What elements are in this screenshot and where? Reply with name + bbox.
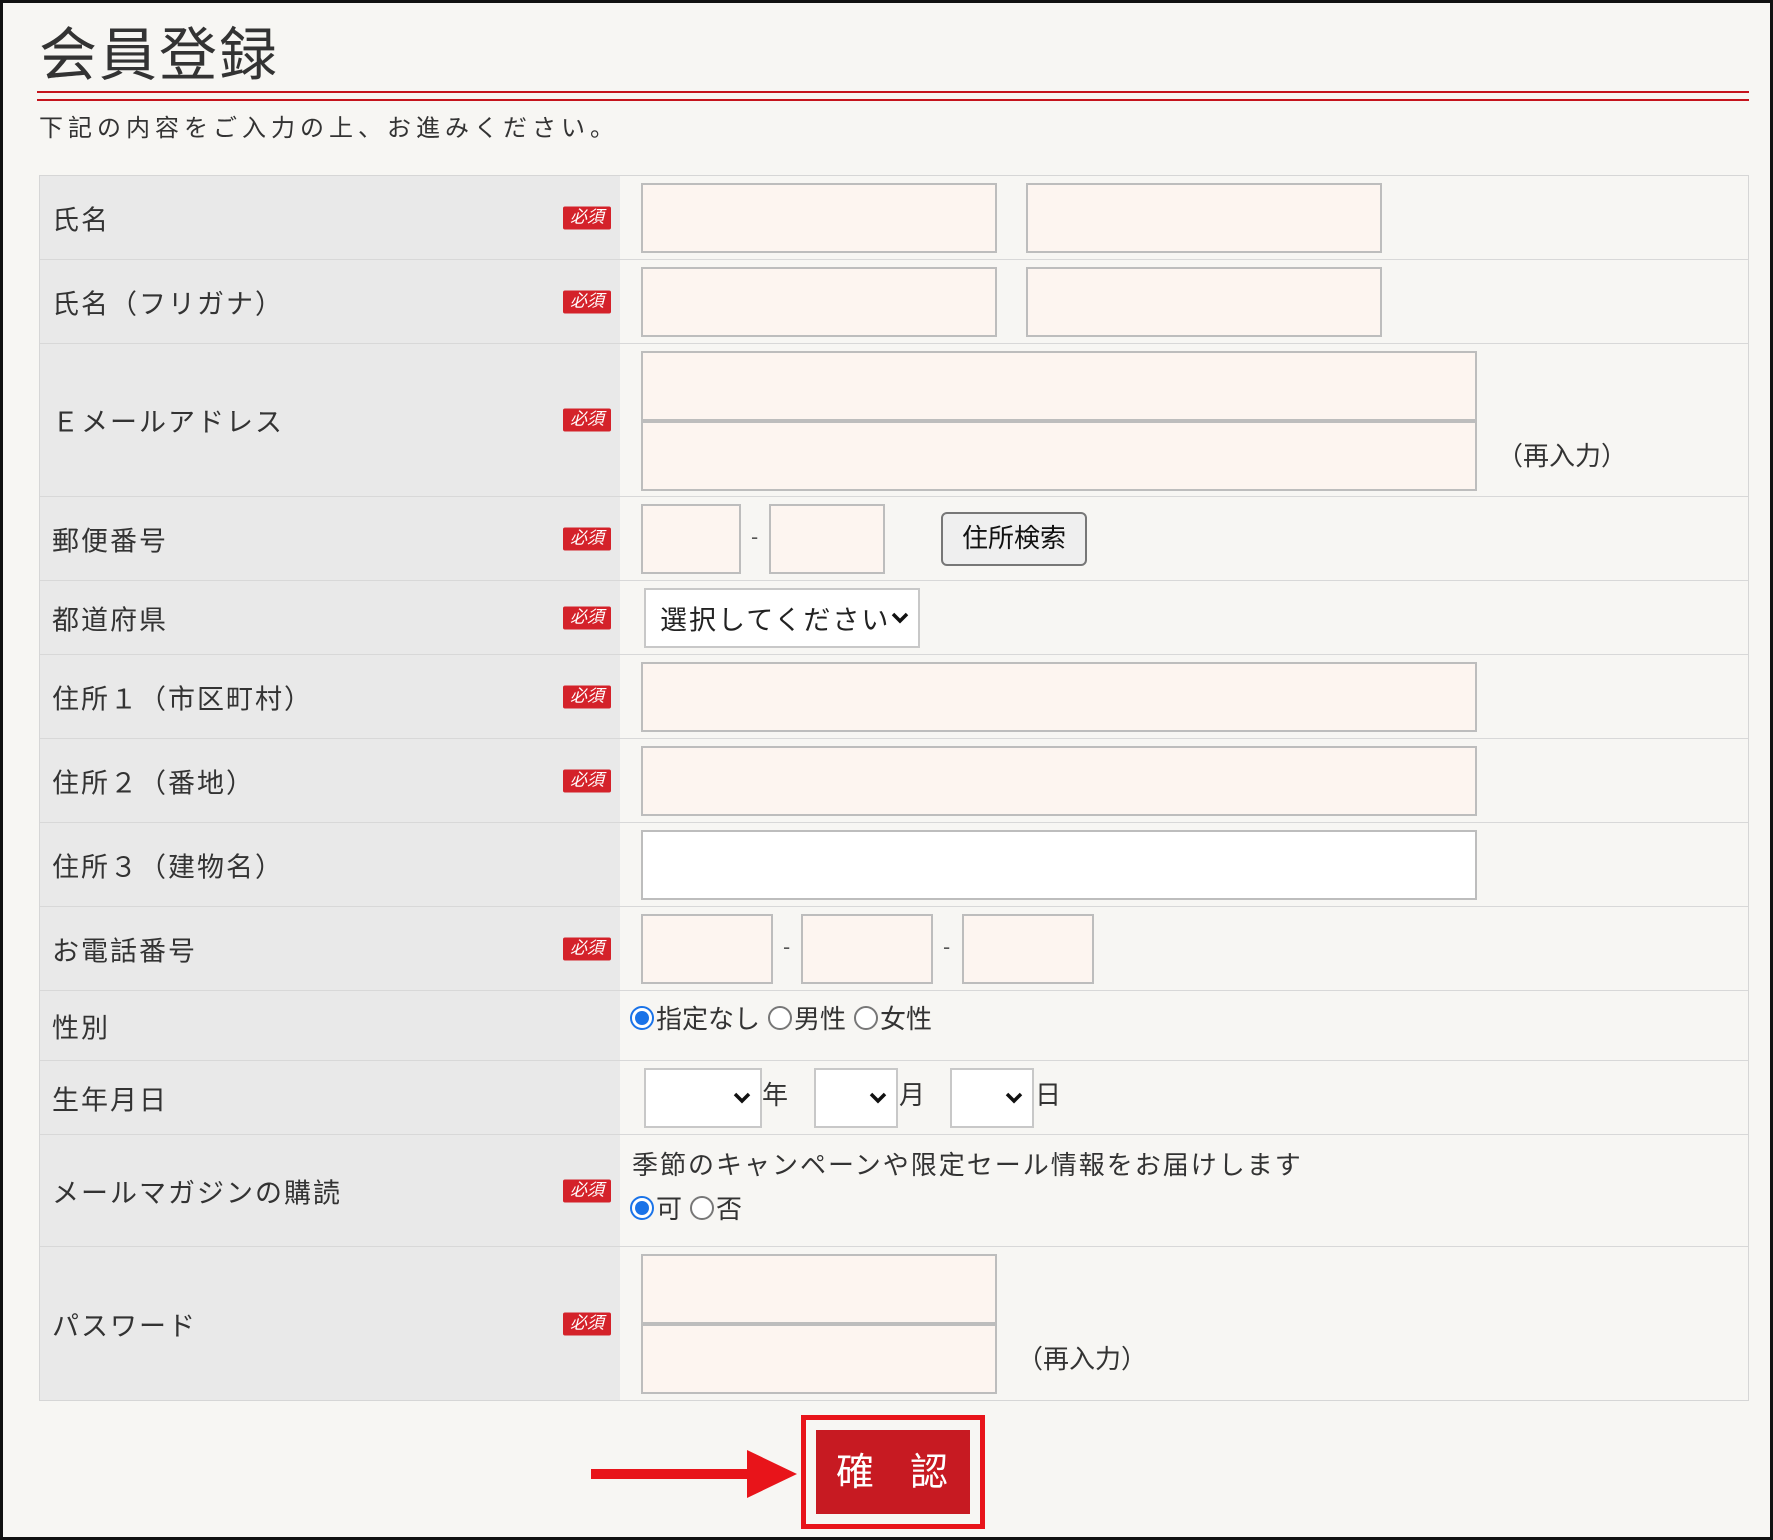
first-name-input[interactable] xyxy=(1026,183,1382,253)
name-label: 氏名 xyxy=(52,205,110,236)
row-email: Ｅメールアドレス 必須 （再入力） xyxy=(40,344,1748,497)
phone-second-input[interactable] xyxy=(801,914,933,984)
intro-text: 下記の内容をご入力の上、お進みください。 xyxy=(39,114,619,142)
postal-code-first-input[interactable] xyxy=(641,504,741,574)
newsletter-description: 季節のキャンペーンや限定セール情報をお届けします xyxy=(632,1151,1303,1181)
row-address3: 住所３（建物名） xyxy=(40,823,1748,907)
registration-form: 氏名 必須 氏名（フリガナ） 必須 Ｅメールアドレス 必須 （再入力） 郵便番号… xyxy=(39,175,1749,1401)
address2-label: 住所２（番地） xyxy=(52,768,255,799)
prefecture-select[interactable]: 選択してください xyxy=(644,588,920,648)
year-unit: 年 xyxy=(762,1081,789,1111)
first-name-kana-input[interactable] xyxy=(1026,267,1382,337)
email-confirm-input[interactable] xyxy=(641,421,1477,491)
phone-label: お電話番号 xyxy=(52,936,197,967)
postal-code-second-input[interactable] xyxy=(769,504,885,574)
required-badge: 必須 xyxy=(563,1179,611,1202)
password-label: パスワード xyxy=(52,1311,197,1342)
row-gender: 性別 指定なし 男性 女性 xyxy=(40,991,1748,1061)
required-badge: 必須 xyxy=(563,408,611,432)
row-address2: 住所２（番地） 必須 xyxy=(40,739,1748,823)
required-badge: 必須 xyxy=(563,1312,611,1335)
row-postal: 郵便番号 必須 - 住所検索 xyxy=(40,497,1748,581)
last-name-kana-input[interactable] xyxy=(641,267,997,337)
kana-label: 氏名（フリガナ） xyxy=(52,289,284,320)
newsletter-label: メールマガジンの購読 xyxy=(52,1178,342,1209)
row-newsletter: メールマガジンの購読 必須 季節のキャンペーンや限定セール情報をお届けします 可… xyxy=(40,1135,1748,1247)
confirm-button[interactable]: 確 認 xyxy=(816,1430,970,1514)
radio-selected-icon[interactable] xyxy=(630,1195,654,1220)
confirm-highlight: 確 認 xyxy=(801,1415,985,1529)
newsletter-radio-group: 可 否 xyxy=(630,1189,750,1226)
birthday-label: 生年月日 xyxy=(52,1085,168,1116)
password-reenter-note: （再入力） xyxy=(1017,1345,1148,1375)
gender-option-unspecified[interactable]: 指定なし xyxy=(630,999,760,1036)
chevron-down-icon xyxy=(733,1092,751,1104)
phone-first-input[interactable] xyxy=(641,914,773,984)
required-badge: 必須 xyxy=(563,290,611,313)
required-badge: 必須 xyxy=(563,606,611,629)
title-divider xyxy=(37,91,1749,101)
birth-month-select[interactable] xyxy=(814,1068,898,1128)
last-name-input[interactable] xyxy=(641,183,997,253)
radio-icon[interactable] xyxy=(690,1195,715,1220)
row-phone: お電話番号 必須 - - xyxy=(40,907,1748,991)
prefecture-selected-value: 選択してください xyxy=(660,605,891,637)
page-title: 会員登録 xyxy=(39,21,280,89)
required-badge: 必須 xyxy=(563,206,611,229)
address1-label: 住所１（市区町村） xyxy=(52,684,313,715)
email-label: Ｅメールアドレス xyxy=(52,407,284,439)
email-reenter-note: （再入力） xyxy=(1497,442,1628,472)
prefecture-label: 都道府県 xyxy=(52,605,168,636)
phone-separator: - xyxy=(783,935,791,959)
newsletter-option-no[interactable]: 否 xyxy=(690,1189,742,1226)
required-badge: 必須 xyxy=(563,937,611,960)
registration-page: 会員登録 下記の内容をご入力の上、お進みください。 氏名 必須 氏名（フリガナ）… xyxy=(0,0,1773,1540)
row-birthday: 生年月日 年 月 日 xyxy=(40,1061,1748,1135)
password-confirm-input[interactable] xyxy=(641,1324,997,1394)
arrow-right-icon xyxy=(591,1450,797,1498)
radio-icon[interactable] xyxy=(768,1005,793,1030)
address3-label: 住所３（建物名） xyxy=(52,852,284,883)
gender-option-female[interactable]: 女性 xyxy=(854,999,932,1036)
address3-input[interactable] xyxy=(641,830,1477,900)
email-input[interactable] xyxy=(641,351,1477,421)
row-password: パスワード 必須 （再入力） xyxy=(40,1247,1748,1400)
chevron-down-icon xyxy=(1005,1092,1023,1104)
postal-separator: - xyxy=(751,525,759,549)
row-kana: 氏名（フリガナ） 必須 xyxy=(40,260,1748,344)
required-badge: 必須 xyxy=(563,527,611,550)
row-address1: 住所１（市区町村） 必須 xyxy=(40,655,1748,739)
birth-year-select[interactable] xyxy=(644,1068,762,1128)
gender-label: 性別 xyxy=(52,1013,110,1044)
birth-day-select[interactable] xyxy=(950,1068,1034,1128)
phone-separator: - xyxy=(943,935,951,959)
newsletter-option-yes[interactable]: 可 xyxy=(630,1189,682,1226)
required-badge: 必須 xyxy=(563,769,611,792)
chevron-down-icon xyxy=(891,612,909,624)
address2-input[interactable] xyxy=(641,746,1477,816)
row-name: 氏名 必須 xyxy=(40,176,1748,260)
radio-icon[interactable] xyxy=(854,1005,879,1030)
address1-input[interactable] xyxy=(641,662,1477,732)
password-input[interactable] xyxy=(641,1254,997,1324)
chevron-down-icon xyxy=(869,1092,887,1104)
postal-label: 郵便番号 xyxy=(52,526,168,557)
gender-option-male[interactable]: 男性 xyxy=(768,999,846,1036)
radio-selected-icon[interactable] xyxy=(630,1005,654,1030)
phone-third-input[interactable] xyxy=(962,914,1094,984)
required-badge: 必須 xyxy=(563,685,611,708)
day-unit: 日 xyxy=(1035,1081,1062,1111)
month-unit: 月 xyxy=(899,1081,926,1111)
address-search-button[interactable]: 住所検索 xyxy=(941,512,1087,566)
row-prefecture: 都道府県 必須 選択してください xyxy=(40,581,1748,655)
gender-radio-group: 指定なし 男性 女性 xyxy=(630,999,940,1036)
